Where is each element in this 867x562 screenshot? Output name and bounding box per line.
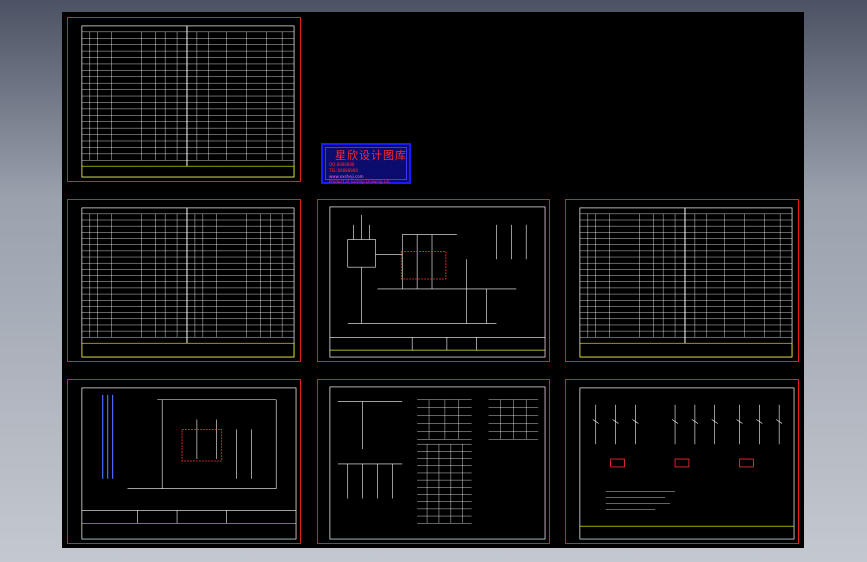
main-circuit-schematic: [81, 387, 297, 540]
control-circuit-schematic: [329, 206, 546, 358]
drawing-sheet-1[interactable]: [67, 17, 301, 182]
drawing-canvas[interactable]: 星欣设计图库 QQ:8888888 TEL:88888888 www.xxshe…: [62, 12, 804, 548]
parts-list-table: [579, 207, 793, 358]
stamp-line-4: Product of xxsheji Drawing Lib: [329, 179, 390, 184]
drawing-sheet-6[interactable]: [317, 379, 550, 544]
drawing-sheet-2[interactable]: [67, 199, 301, 362]
watermark-stamp: 星欣设计图库 QQ:8888888 TEL:88888888 www.xxshe…: [321, 143, 411, 184]
drawing-sheet-7[interactable]: [565, 379, 799, 544]
parts-list-table: [81, 207, 295, 358]
drawing-sheet-3[interactable]: [317, 199, 550, 362]
schematic-with-tables: [329, 386, 546, 540]
stamp-line-1: QQ:8888888: [329, 162, 355, 167]
stamp-title: 星欣设计图库: [335, 149, 407, 162]
branch-circuits-schematic: [579, 387, 795, 540]
stamp-line-2: TEL:88888888: [329, 168, 358, 173]
parts-list-table: [81, 25, 295, 178]
cad-viewer-window: 星欣设计图库 QQ:8888888 TEL:88888888 www.xxshe…: [0, 0, 867, 562]
drawing-sheet-5[interactable]: [67, 379, 301, 544]
drawing-sheet-4[interactable]: [565, 199, 799, 362]
